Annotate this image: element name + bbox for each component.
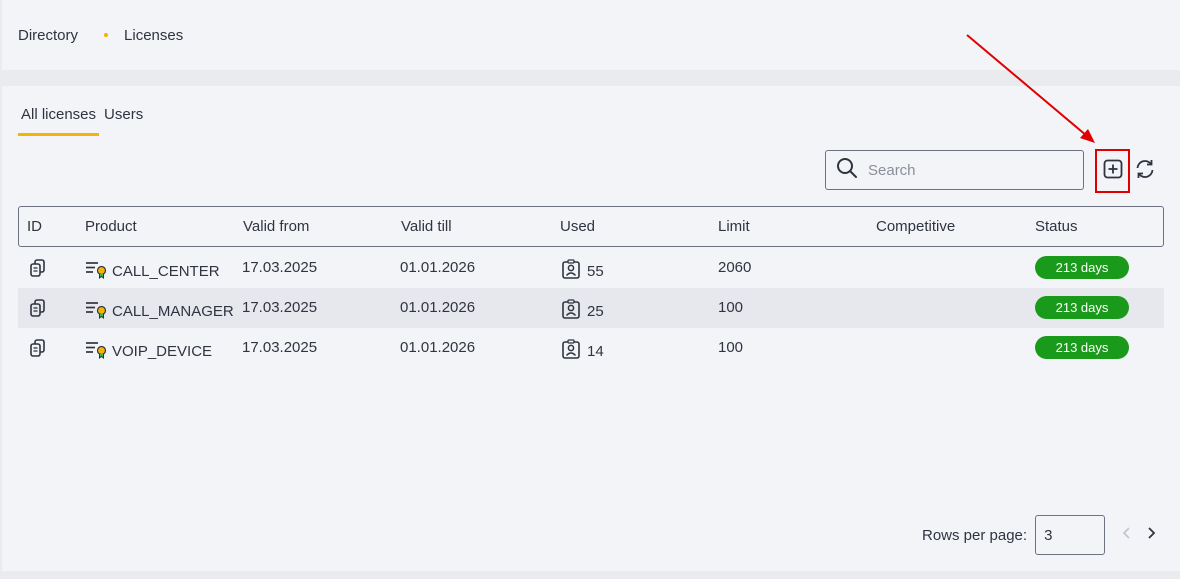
valid-till-cell: 01.01.2026 (400, 259, 476, 276)
license-certificate-icon (85, 299, 112, 323)
limit-cell: 2060 (718, 259, 752, 276)
column-header-competitive[interactable]: Competitive (876, 218, 955, 235)
licenses-panel: All licenses Users Search ID Product Val… (2, 86, 1180, 571)
used-count: 55 (587, 262, 604, 280)
valid-from-cell: 17.03.2025 (242, 259, 318, 276)
column-header-limit[interactable]: Limit (718, 218, 750, 235)
product-name: CALL_CENTER (112, 262, 220, 280)
product-name: VOIP_DEVICE (112, 342, 213, 360)
column-header-valid-from[interactable]: Valid from (243, 218, 309, 235)
refresh-button[interactable] (1133, 159, 1157, 183)
column-header-used[interactable]: Used (560, 218, 595, 235)
copy-icon[interactable] (28, 258, 48, 282)
plus-square-icon (1103, 159, 1123, 184)
rows-per-page-select[interactable]: 3 (1035, 515, 1106, 555)
chevron-left-icon (1121, 526, 1133, 544)
table-row[interactable]: CALL_CENTER 17.03.2025 01.01.2026 55 206… (18, 248, 1164, 288)
column-header-product[interactable]: Product (85, 218, 137, 235)
user-badge-icon (561, 259, 587, 283)
used-cell: 25 (561, 299, 604, 323)
add-license-button[interactable] (1095, 149, 1130, 193)
tab-users[interactable]: Users (101, 104, 146, 136)
next-page-button[interactable] (1141, 525, 1161, 545)
limit-cell: 100 (718, 339, 744, 356)
user-badge-icon (561, 339, 587, 363)
tabs: All licenses Users (18, 104, 146, 136)
status-badge: 213 days (1035, 256, 1129, 279)
product-name: CALL_MANAGER (112, 302, 234, 320)
valid-till-cell: 01.01.2026 (400, 299, 476, 316)
used-cell: 14 (561, 339, 604, 363)
valid-from-cell: 17.03.2025 (242, 339, 318, 356)
search-input[interactable] (868, 161, 1068, 179)
license-certificate-icon (85, 259, 112, 283)
rows-per-page-label: Rows per page: (922, 526, 1028, 544)
column-header-valid-till[interactable]: Valid till (401, 218, 452, 235)
rows-per-page-value: 3 (1044, 526, 1053, 544)
column-header-id[interactable]: ID (27, 218, 42, 235)
search-icon (836, 157, 858, 184)
chevron-right-icon (1145, 526, 1157, 544)
table-body: CALL_CENTER 17.03.2025 01.01.2026 55 206… (18, 248, 1164, 368)
product-cell: CALL_MANAGER (85, 299, 234, 323)
refresh-icon (1133, 157, 1157, 186)
valid-till-cell: 01.01.2026 (400, 339, 476, 356)
copy-icon[interactable] (28, 338, 48, 362)
status-badge: 213 days (1035, 336, 1129, 359)
breadcrumb-licenses: Licenses (124, 26, 184, 44)
product-cell: VOIP_DEVICE (85, 339, 212, 363)
breadcrumb-directory[interactable]: Directory (18, 27, 78, 44)
status-badge: 213 days (1035, 296, 1129, 319)
used-count: 25 (587, 302, 604, 320)
search-box[interactable] (825, 150, 1084, 190)
prev-page-button[interactable] (1117, 525, 1137, 545)
pagination: Rows per page: 3 (922, 515, 1161, 555)
breadcrumb-separator-dot (104, 33, 109, 37)
column-header-status[interactable]: Status (1035, 218, 1078, 235)
valid-from-cell: 17.03.2025 (242, 299, 318, 316)
limit-cell: 100 (718, 299, 744, 316)
license-certificate-icon (85, 339, 112, 363)
user-badge-icon (561, 299, 587, 323)
tab-all-licenses[interactable]: All licenses (18, 104, 100, 136)
table-row[interactable]: CALL_MANAGER 17.03.2025 01.01.2026 25 10… (18, 288, 1164, 328)
used-count: 14 (587, 342, 604, 360)
used-cell: 55 (561, 259, 604, 283)
copy-icon[interactable] (28, 298, 48, 322)
breadcrumb: Directory Licenses (2, 0, 1180, 70)
table-header: ID Product Valid from Valid till Used Li… (18, 206, 1164, 247)
product-cell: CALL_CENTER (85, 259, 220, 283)
table-row[interactable]: VOIP_DEVICE 17.03.2025 01.01.2026 14 100… (18, 328, 1164, 368)
